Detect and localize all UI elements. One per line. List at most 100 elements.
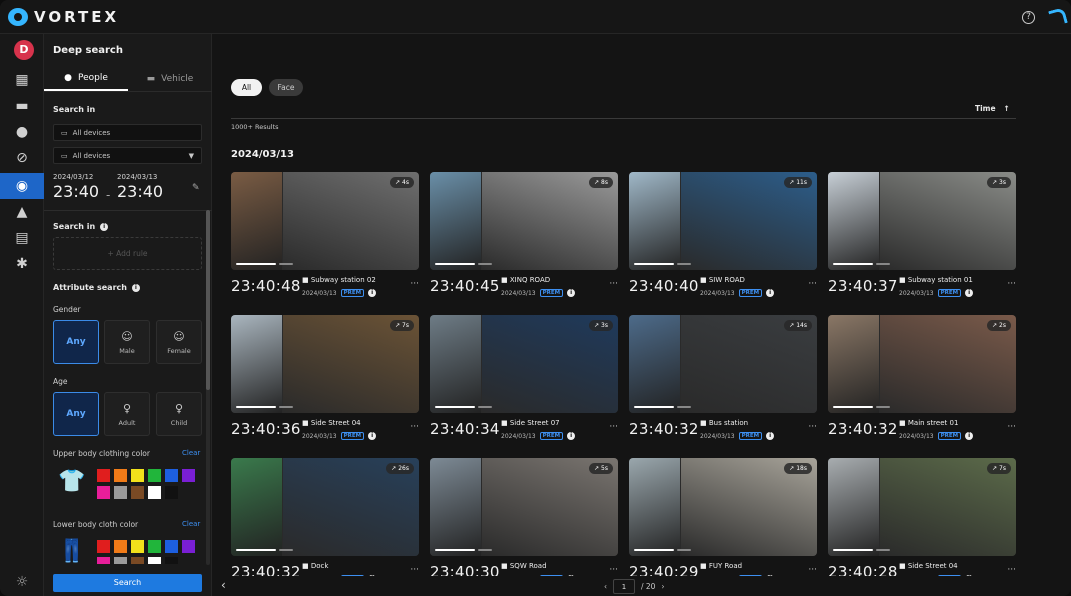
upper-color-swatch[interactable] — [148, 486, 161, 499]
info-icon[interactable]: i — [567, 289, 576, 297]
more-options-icon[interactable]: ··· — [1007, 279, 1016, 289]
result-card[interactable]: ↗ 5s23:40:30■ SQW Road2024/03/13PREMi··· — [430, 458, 618, 591]
upper-color-swatch[interactable] — [148, 469, 161, 482]
upper-color-swatch[interactable] — [165, 486, 178, 499]
result-thumbnail[interactable]: ↗ 26s — [231, 458, 419, 556]
age-adult-option[interactable]: ♀ Adult — [104, 392, 150, 436]
upper-color-swatch[interactable] — [97, 469, 110, 482]
lower-color-swatch[interactable] — [165, 557, 178, 564]
scrollbar-thumb[interactable] — [206, 210, 210, 390]
more-options-icon[interactable]: ··· — [808, 565, 817, 575]
result-card[interactable]: ↗ 7s 23:40:36 ■ Side Street 04 2024/03/13 PR… — [231, 315, 419, 448]
lower-color-swatch[interactable] — [97, 557, 110, 564]
info-icon[interactable]: i — [100, 222, 109, 231]
devices-select[interactable]: ▭ All devices ▼ — [53, 147, 202, 164]
gender-female-option[interactable]: ☺ Female — [156, 320, 202, 364]
camera-icon[interactable]: ▬ — [0, 93, 44, 119]
result-thumbnail[interactable]: ↗ 5s — [430, 458, 618, 556]
vehicle-search-icon[interactable]: ⊘ — [0, 145, 44, 171]
info-icon[interactable]: i — [368, 432, 377, 440]
sort-time-header[interactable]: Time ↑ — [975, 104, 1010, 113]
upper-color-swatch[interactable] — [182, 469, 195, 482]
connection-status-icon[interactable] — [1048, 7, 1068, 27]
result-card[interactable]: ↗ 14s 23:40:32 ■ Bus station 2024/03/13 PREM… — [629, 315, 817, 448]
result-thumbnail[interactable]: ↗ 3s — [828, 172, 1016, 270]
result-thumbnail[interactable]: ↗ 7s — [231, 315, 419, 413]
result-thumbnail[interactable]: ↗ 3s — [430, 315, 618, 413]
more-options-icon[interactable]: ··· — [808, 422, 817, 432]
lower-color-swatch[interactable] — [182, 540, 195, 553]
info-icon[interactable]: i — [567, 432, 576, 440]
more-options-icon[interactable]: ··· — [410, 565, 419, 575]
more-options-icon[interactable]: ··· — [410, 422, 419, 432]
tab-people[interactable]: ● People — [44, 67, 128, 91]
result-thumbnail[interactable]: ↗ 4s — [231, 172, 419, 270]
lower-color-swatch[interactable] — [114, 540, 127, 553]
result-card[interactable]: ↗ 26s23:40:32■ Dock2024/03/13PREMi··· — [231, 458, 419, 591]
result-card[interactable]: ↗ 3s 23:40:37 ■ Subway station 01 2024/03/1… — [828, 172, 1016, 305]
page-input[interactable]: 1 — [613, 579, 635, 594]
person-icon[interactable]: ● — [0, 119, 44, 145]
info-icon[interactable]: i — [965, 289, 974, 297]
result-card[interactable]: ↗ 3s 23:40:34 ■ Side Street 07 2024/03/13 PR… — [430, 315, 618, 448]
devices-field[interactable]: ▭ All devices — [53, 124, 202, 141]
result-thumbnail[interactable]: ↗ 18s — [629, 458, 817, 556]
info-icon[interactable]: i — [131, 283, 140, 292]
lower-color-swatch[interactable] — [97, 540, 110, 553]
lower-color-swatch[interactable] — [165, 540, 178, 553]
more-options-icon[interactable]: ··· — [609, 279, 618, 289]
age-child-option[interactable]: ♀ Child — [156, 392, 202, 436]
more-options-icon[interactable]: ··· — [609, 422, 618, 432]
gender-male-option[interactable]: ☺ Male — [104, 320, 150, 364]
archive-icon[interactable]: ▤ — [0, 225, 44, 251]
result-thumbnail[interactable]: ↗ 2s — [828, 315, 1016, 413]
filter-face[interactable]: Face — [269, 79, 303, 96]
result-card[interactable]: ↗ 7s23:40:28■ Side Street 042024/03/13PR… — [828, 458, 1016, 591]
result-card[interactable]: ↗ 4s 23:40:48 ■ Subway station 02 2024/03/1… — [231, 172, 419, 305]
more-options-icon[interactable]: ··· — [1007, 565, 1016, 575]
lower-clear-button[interactable]: Clear — [182, 520, 200, 528]
age-any-option[interactable]: Any — [53, 392, 99, 436]
tab-vehicle[interactable]: ▬ Vehicle — [128, 67, 212, 91]
result-card[interactable]: ↗ 2s 23:40:32 ■ Main street 01 2024/03/13 PR… — [828, 315, 1016, 448]
panel-scrollbar[interactable] — [206, 210, 210, 565]
dashboard-icon[interactable]: ▦ — [0, 67, 44, 93]
next-page-icon[interactable]: › — [661, 582, 664, 591]
result-thumbnail[interactable]: ↗ 7s — [828, 458, 1016, 556]
lower-color-swatch[interactable] — [114, 557, 127, 564]
edit-icon[interactable]: ✎ — [192, 183, 200, 193]
more-options-icon[interactable]: ··· — [410, 279, 419, 289]
upper-clear-button[interactable]: Clear — [182, 449, 200, 457]
back-icon[interactable]: ‹ — [221, 578, 226, 592]
filter-all[interactable]: All — [231, 79, 262, 96]
info-icon[interactable]: i — [766, 432, 775, 440]
lower-color-swatch[interactable] — [131, 540, 144, 553]
deep-search-icon[interactable]: ◉ — [0, 173, 44, 199]
upper-color-swatch[interactable] — [131, 486, 144, 499]
result-card[interactable]: ↗ 8s 23:40:45 ■ XINQ ROAD 2024/03/13 PREM i ··… — [430, 172, 618, 305]
prev-page-icon[interactable]: ‹ — [604, 582, 607, 591]
info-icon[interactable]: i — [766, 289, 775, 297]
upper-color-swatch[interactable] — [97, 486, 110, 499]
settings-icon[interactable]: ✱ — [0, 251, 44, 277]
more-options-icon[interactable]: ··· — [609, 565, 618, 575]
upper-color-swatch[interactable] — [165, 469, 178, 482]
date-range-picker[interactable]: 2024/03/12 23:40 - 2024/03/13 23:40 ✎ — [53, 173, 205, 203]
info-icon[interactable]: i — [965, 432, 974, 440]
result-thumbnail[interactable]: ↗ 14s — [629, 315, 817, 413]
alarm-icon[interactable]: ▲ — [0, 199, 44, 225]
result-card[interactable]: ↗ 18s23:40:29■ FUY Road2024/03/13PREMi··… — [629, 458, 817, 591]
upper-color-swatch[interactable] — [114, 486, 127, 499]
help-icon[interactable]: ? — [1022, 11, 1035, 24]
lower-color-swatch[interactable] — [131, 557, 144, 564]
more-options-icon[interactable]: ··· — [1007, 422, 1016, 432]
upper-color-swatch[interactable] — [131, 469, 144, 482]
avatar[interactable]: D — [14, 40, 34, 60]
lower-color-swatch[interactable] — [148, 557, 161, 564]
add-rule-button[interactable]: + Add rule — [53, 237, 202, 270]
theme-toggle-icon[interactable]: ☼ — [0, 574, 44, 590]
more-options-icon[interactable]: ··· — [808, 279, 817, 289]
result-thumbnail[interactable]: ↗ 8s — [430, 172, 618, 270]
search-button[interactable]: Search — [53, 574, 202, 592]
gender-any-option[interactable]: Any — [53, 320, 99, 364]
